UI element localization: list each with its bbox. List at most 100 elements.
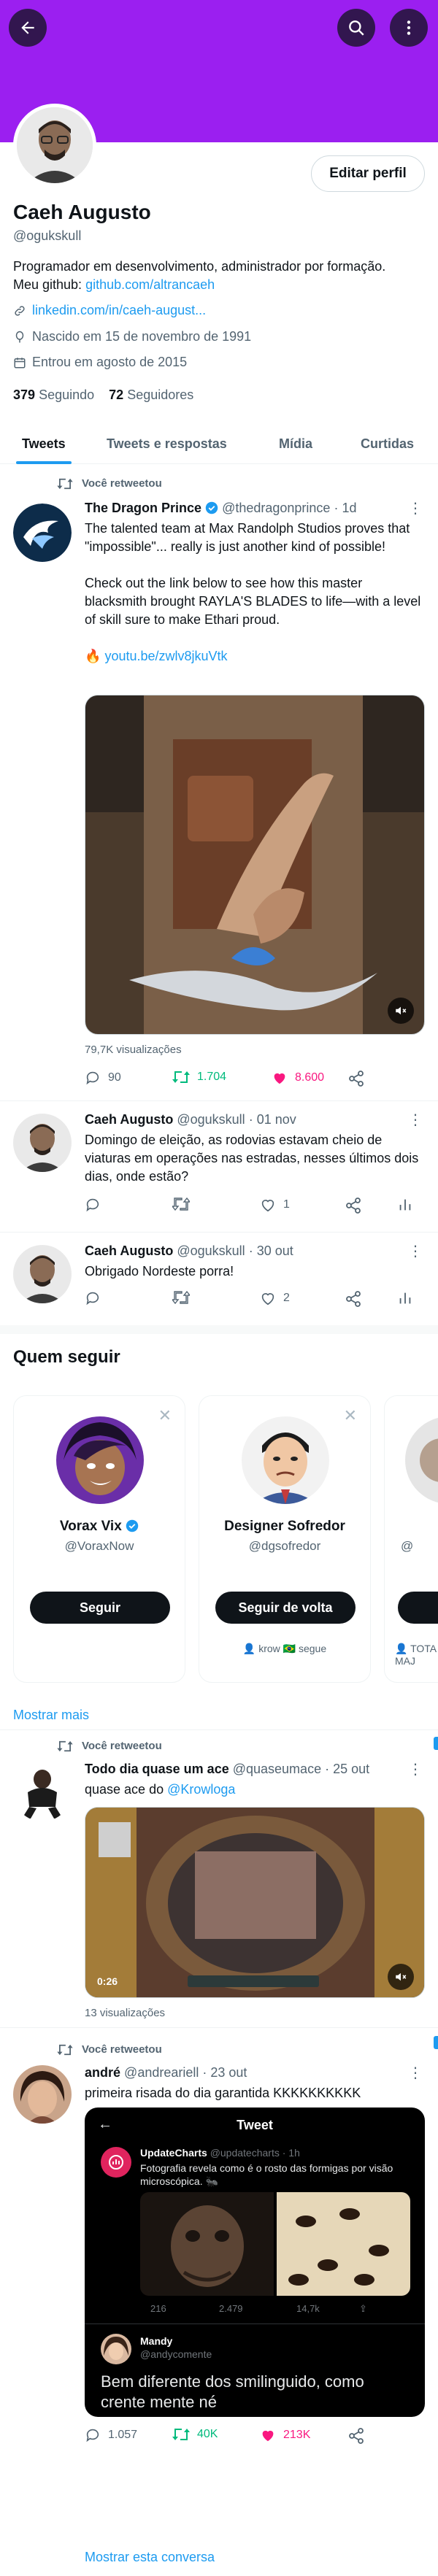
reply-icon xyxy=(86,1071,99,1085)
author-name[interactable]: andré xyxy=(85,2065,120,2080)
like-button[interactable]: 1 xyxy=(260,1197,290,1213)
tweet-actions: 2 xyxy=(85,1290,428,1312)
analytics-button[interactable] xyxy=(397,1197,413,1213)
close-icon[interactable]: ✕ xyxy=(344,1406,357,1425)
follow-card[interactable]: ✕ Vorax Vix @VoraxNow Seguir xyxy=(13,1395,185,1683)
reply-button[interactable]: 1.057 xyxy=(85,2427,137,2443)
new-tweets-indicator xyxy=(434,1737,438,1750)
youtube-link[interactable]: youtu.be/zwlv8jkuVtk xyxy=(104,649,227,663)
tweet-video[interactable] xyxy=(85,695,425,1035)
search-button[interactable] xyxy=(337,9,375,47)
tab-likes[interactable]: Curtidas xyxy=(361,423,414,464)
embed-retweet-count: 2.479 xyxy=(219,2303,243,2314)
author-name[interactable]: Todo dia quase um ace xyxy=(85,1762,229,1776)
embed-author-name: UpdateCharts xyxy=(140,2147,207,2159)
arrow-left-icon xyxy=(21,21,34,34)
author-handle[interactable]: @thedragonprince xyxy=(222,501,330,515)
tweet-time[interactable]: · 25 out xyxy=(325,1762,369,1776)
reply-button[interactable] xyxy=(85,1290,101,1306)
retweet-button[interactable] xyxy=(172,1290,190,1305)
tweet-avatar[interactable] xyxy=(13,1114,72,1172)
tweet-avatar[interactable] xyxy=(13,2065,72,2124)
tweet-more-button[interactable]: ⋮ xyxy=(408,2064,423,2082)
mute-button[interactable] xyxy=(388,1964,414,1990)
tweet-avatar[interactable] xyxy=(13,504,72,562)
tweet-time[interactable]: · 1d xyxy=(334,501,356,515)
edit-profile-button[interactable]: Editar perfil xyxy=(311,155,425,192)
tweet-time[interactable]: · 23 out xyxy=(202,2065,247,2080)
more-menu-button[interactable] xyxy=(390,9,428,47)
tweet-more-button[interactable]: ⋮ xyxy=(408,499,423,517)
retweet-count: 1.704 xyxy=(197,1071,227,1083)
retweet-button[interactable]: 1.704 xyxy=(172,1070,226,1084)
author-handle[interactable]: @ogukskull xyxy=(177,1243,245,1258)
like-button[interactable]: 8.600 xyxy=(272,1070,324,1086)
blacksmith-video-frame xyxy=(85,695,424,1034)
reply-author-name: Mandy xyxy=(140,2335,173,2347)
follow-card[interactable]: ✕ Designer Sofredor @dgsofredor Seguir d… xyxy=(199,1395,371,1683)
following-link[interactable]: 379 Seguindo xyxy=(13,387,94,402)
github-link[interactable]: github.com/altrancaeh xyxy=(85,277,215,292)
share-button[interactable] xyxy=(345,1290,362,1308)
author-name[interactable]: The Dragon Prince xyxy=(85,501,201,515)
embedded-tweet-screenshot[interactable]: ← Tweet UpdateCharts @updatecharts · 1h … xyxy=(85,2108,425,2417)
tweet-avatar[interactable] xyxy=(13,1245,72,1303)
tweet-avatar[interactable] xyxy=(13,1763,72,1821)
retweet-icon xyxy=(172,1071,190,1083)
mute-button[interactable] xyxy=(388,998,414,1024)
retweet-label: Você retweetou xyxy=(57,2043,162,2056)
follow-card-partial[interactable]: @ Se 👤 TOTA MAJ xyxy=(384,1395,438,1683)
author-handle[interactable]: @ogukskull xyxy=(177,1112,245,1127)
tweet-actions: 1 xyxy=(85,1197,428,1219)
mention-link[interactable]: @Krowloga xyxy=(167,1782,235,1797)
reply-icon xyxy=(86,2429,99,2442)
follow-button[interactable]: Seguir xyxy=(30,1592,170,1624)
followers-link[interactable]: 72 Seguidores xyxy=(109,387,193,402)
embed-text: Fotografia revela como é o rosto das for… xyxy=(140,2162,393,2187)
tweet-header: Caeh Augusto @ogukskull · 01 nov xyxy=(85,1112,296,1127)
author-name[interactable]: Caeh Augusto xyxy=(85,1243,173,1258)
like-button[interactable]: 2 xyxy=(260,1290,290,1306)
author-name[interactable]: Caeh Augusto xyxy=(85,1112,173,1127)
tweet-more-button[interactable]: ⋮ xyxy=(408,1111,423,1129)
website-link[interactable]: linkedin.com/in/caeh-august... xyxy=(32,303,206,318)
mandy-avatar xyxy=(101,2334,131,2364)
tab-tweets[interactable]: Tweets xyxy=(22,423,66,464)
like-button[interactable]: 213K xyxy=(260,2427,310,2443)
designer-avatar-art xyxy=(242,1416,329,1504)
show-more-link[interactable]: Mostrar mais xyxy=(13,1708,89,1723)
following-label: Seguindo xyxy=(39,387,95,402)
analytics-button[interactable] xyxy=(397,1290,413,1306)
tweet-more-button[interactable]: ⋮ xyxy=(408,1242,423,1260)
retweet-label: Você retweetou xyxy=(57,1740,162,1752)
mandy-avatar-art xyxy=(101,2334,131,2364)
video-duration: 0:26 xyxy=(97,1975,118,1987)
ace-avatar-art xyxy=(13,1763,72,1821)
reply-count: 90 xyxy=(108,1071,121,1084)
profile-avatar[interactable] xyxy=(13,104,96,187)
share-button[interactable] xyxy=(345,1197,362,1214)
follow-back-button[interactable]: Seguir de volta xyxy=(215,1592,356,1624)
tweet-time[interactable]: · 01 nov xyxy=(249,1112,296,1127)
tweet-video[interactable]: 0:26 xyxy=(85,1807,425,1998)
close-icon[interactable]: ✕ xyxy=(158,1406,172,1425)
profile-website-row: linkedin.com/in/caeh-august... xyxy=(13,303,206,318)
show-thread-link[interactable]: Mostrar esta conversa xyxy=(85,2550,215,2565)
person-icon: 👤 xyxy=(242,1643,256,1654)
share-button[interactable] xyxy=(347,1070,365,1087)
share-button[interactable] xyxy=(347,2427,365,2445)
reply-button[interactable] xyxy=(85,1197,101,1213)
tab-media[interactable]: Mídia xyxy=(279,423,312,464)
tweet-more-button[interactable]: ⋮ xyxy=(408,1760,423,1778)
retweet-button[interactable]: 40K xyxy=(172,2427,218,2442)
author-handle[interactable]: @andreariell xyxy=(124,2065,199,2080)
follow-button[interactable]: Se xyxy=(398,1592,438,1624)
profile-birthday-row: Nascido em 15 de novembro de 1991 xyxy=(13,329,251,344)
tab-tweets-replies[interactable]: Tweets e respostas xyxy=(107,423,227,464)
reply-button[interactable]: 90 xyxy=(85,1070,121,1086)
tweet-time[interactable]: · 30 out xyxy=(249,1243,293,1258)
reply-icon xyxy=(86,1292,99,1306)
back-button[interactable] xyxy=(9,9,47,47)
author-handle[interactable]: @quaseumace xyxy=(233,1762,321,1776)
retweet-button[interactable] xyxy=(172,1197,190,1211)
